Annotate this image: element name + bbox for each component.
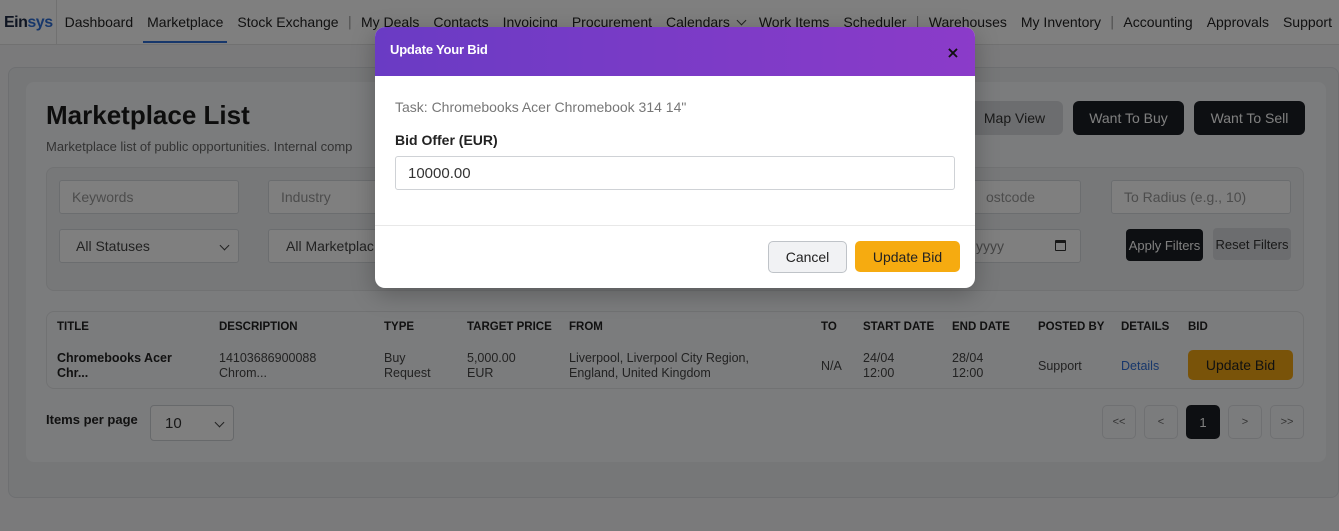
close-icon[interactable]: × xyxy=(945,45,961,61)
modal-header: Update Your Bid × xyxy=(375,27,975,76)
update-bid-modal: Update Your Bid × Task: Chromebooks Acer… xyxy=(375,27,975,288)
update-bid-button[interactable]: Update Bid xyxy=(855,241,960,272)
bid-offer-input[interactable] xyxy=(395,156,955,190)
cancel-button[interactable]: Cancel xyxy=(768,241,847,273)
task-label: Task: Chromebooks Acer Chromebook 314 14… xyxy=(395,99,687,115)
bid-offer-label: Bid Offer (EUR) xyxy=(395,132,498,148)
modal-title: Update Your Bid xyxy=(390,42,488,57)
modal-divider xyxy=(375,225,975,226)
